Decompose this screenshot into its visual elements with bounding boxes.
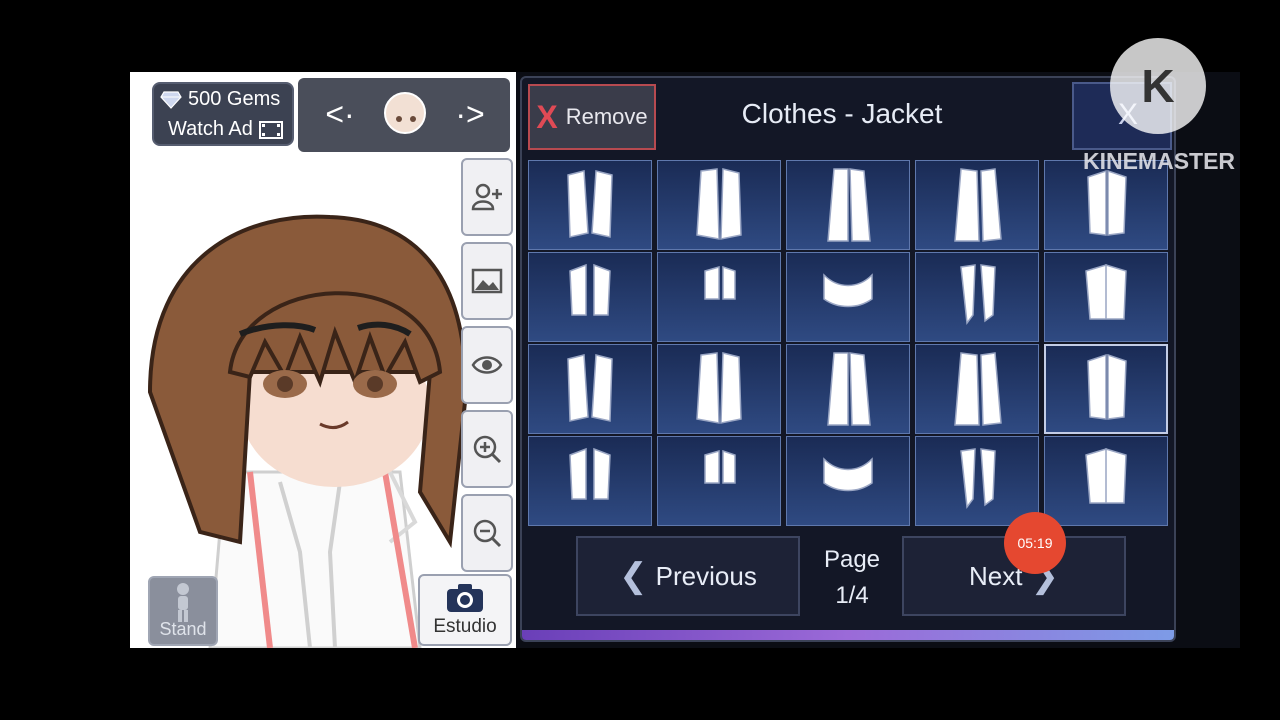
timer-badge: 05:19 [1004, 512, 1066, 574]
jacket-icon [954, 168, 1002, 242]
jacket-icon [823, 457, 873, 492]
jacket-icon [696, 352, 742, 424]
remove-button[interactable]: X Remove [528, 84, 656, 150]
remove-x-icon: X [536, 98, 558, 135]
stand-button[interactable]: Stand [148, 576, 218, 646]
jacket-item[interactable] [528, 160, 652, 250]
jacket-icon [954, 352, 1002, 426]
jacket-item[interactable] [915, 252, 1039, 342]
jacket-item[interactable] [528, 252, 652, 342]
zoom-in-tool[interactable] [461, 410, 513, 488]
chevron-right-icon[interactable]: ·> [450, 94, 490, 134]
jacket-icon [567, 170, 613, 238]
jacket-item[interactable] [915, 160, 1039, 250]
previous-button[interactable]: ❮ Previous [576, 536, 800, 616]
jacket-item[interactable] [657, 344, 781, 434]
jacket-item[interactable] [786, 252, 910, 342]
background-tool[interactable] [461, 242, 513, 320]
eye-icon [471, 356, 503, 374]
character-illustration [147, 214, 468, 648]
panel-bottom-bar [522, 630, 1174, 640]
kinemaster-logo-icon: K [1110, 38, 1206, 134]
jacket-grid [528, 160, 1170, 530]
character-switcher: <· ·> [298, 78, 510, 152]
page-value: 1/4 [835, 582, 869, 609]
jacket-icon [827, 352, 871, 426]
kinemaster-watermark: K KINEMASTER [1074, 36, 1244, 186]
jacket-item[interactable] [1044, 436, 1168, 526]
eye-dot [410, 116, 416, 122]
jacket-icon [960, 264, 996, 325]
zoom-out-icon [473, 519, 502, 548]
panel-title: Clothes - Jacket [741, 98, 943, 129]
jacket-item[interactable] [786, 160, 910, 250]
jacket-item[interactable] [786, 436, 910, 526]
jacket-icon [1085, 447, 1127, 504]
jacket-item[interactable] [915, 344, 1039, 434]
stand-label: Stand [159, 619, 207, 639]
jacket-icon [960, 448, 996, 509]
jacket-item[interactable] [657, 252, 781, 342]
remove-label: Remove [565, 104, 648, 129]
page-indicator: Page 1/4 [812, 542, 892, 614]
jacket-item[interactable] [528, 344, 652, 434]
stand-pose-icon [177, 583, 189, 622]
image-icon [471, 268, 503, 294]
diamond-icon [160, 90, 182, 109]
visibility-tool[interactable] [461, 326, 513, 404]
zoom-out-tool[interactable] [461, 494, 513, 572]
jacket-icon [569, 447, 611, 500]
eye-dot [396, 116, 402, 122]
gems-count: 500 Gems [188, 88, 281, 110]
jacket-icon [696, 168, 742, 240]
character-head-thumbnail[interactable] [384, 92, 426, 134]
jacket-item[interactable] [657, 160, 781, 250]
jacket-icon [1087, 353, 1127, 420]
watermark-text: KINEMASTER [1082, 148, 1236, 174]
jacket-item[interactable] [915, 436, 1039, 526]
jacket-item[interactable] [786, 344, 910, 434]
pagination: ❮ Previous Page 1/4 Next ❯ [522, 532, 1174, 622]
jacket-icon [567, 354, 613, 422]
character-preview-area: 500 Gems Watch Ad <· ·> Stand Estudio [130, 72, 516, 648]
estudio-button[interactable]: Estudio [418, 574, 512, 646]
jacket-icon [823, 273, 873, 308]
zoom-in-icon [473, 435, 502, 464]
jacket-icon [1085, 263, 1127, 320]
chevron-left-icon[interactable]: <· [320, 94, 360, 134]
jacket-icon [827, 168, 871, 242]
watermark-letter: K [1141, 60, 1175, 112]
jacket-item[interactable] [1044, 252, 1168, 342]
chevron-left-icon: ❮ [619, 557, 648, 595]
add-person-icon [471, 183, 502, 211]
page-label: Page [823, 546, 881, 573]
gems-watch-ad-box[interactable]: 500 Gems Watch Ad [152, 82, 294, 146]
camera-icon [447, 584, 483, 612]
watch-ad-label: Watch Ad [168, 118, 253, 140]
estudio-label: Estudio [433, 616, 497, 637]
add-character-tool[interactable] [461, 158, 513, 236]
previous-label: Previous [655, 560, 757, 591]
film-icon [258, 120, 283, 139]
jacket-icon [569, 263, 611, 316]
jacket-icon [704, 265, 736, 300]
jacket-item[interactable] [1044, 344, 1168, 434]
jacket-item[interactable] [657, 436, 781, 526]
jacket-item[interactable] [528, 436, 652, 526]
jacket-icon [704, 449, 736, 484]
